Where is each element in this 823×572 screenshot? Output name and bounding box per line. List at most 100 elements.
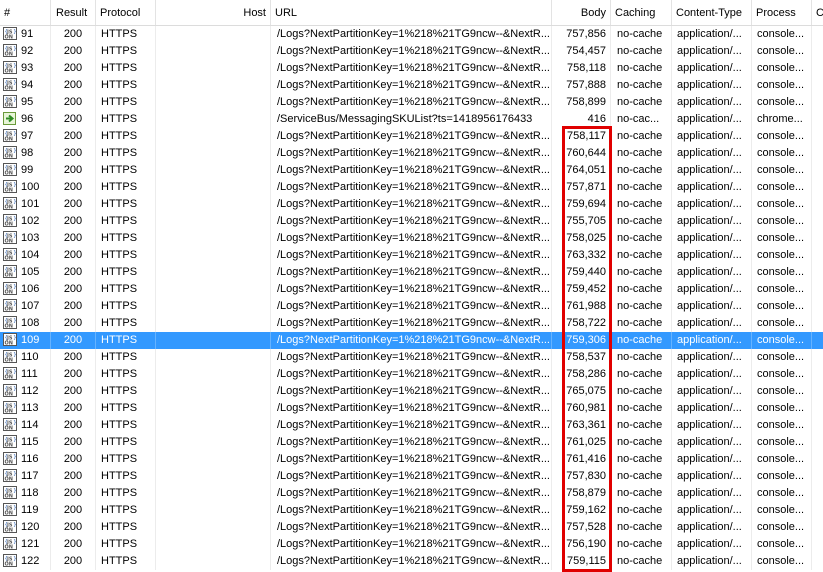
column-header-caching[interactable]: Caching [611, 0, 672, 25]
host-cell [156, 230, 271, 247]
table-row[interactable]: {JS} ON 106 200 HTTPS/Logs?NextPartitionKey=… [0, 281, 823, 298]
column-header-protocol[interactable]: Protocol [96, 0, 156, 25]
process-cell: console... [752, 417, 812, 434]
comments-cell [812, 281, 823, 298]
table-row[interactable]: {JS} ON 112 200 HTTPS/Logs?NextPartitionKey=… [0, 383, 823, 400]
table-row[interactable]: {JS} ON 98 200 HTTPS/Logs?NextPartitionKey=1… [0, 145, 823, 162]
table-row[interactable]: {JS} ON 115 200 HTTPS/Logs?NextPartitionKey=… [0, 434, 823, 451]
process-cell: console... [752, 77, 812, 94]
table-row[interactable]: {JS} ON 103 200 HTTPS/Logs?NextPartitionKey=… [0, 230, 823, 247]
table-row[interactable]: {JS} ON 122 200 HTTPS/Logs?NextPartitionKey=… [0, 553, 823, 570]
row-number-cell: {JS} ON 117 [0, 468, 51, 485]
svg-text:}: } [13, 63, 16, 69]
result-cell: 200 [51, 400, 96, 417]
column-header-content-type[interactable]: Content-Type [672, 0, 752, 25]
table-row[interactable]: {JS} ON 119 200 HTTPS/Logs?NextPartitionKey=… [0, 502, 823, 519]
url-cell: /Logs?NextPartitionKey=1%218%21TG9ncw--&… [271, 315, 552, 332]
process-cell: chrome... [752, 111, 812, 128]
row-number-cell: {JS} ON 115 [0, 434, 51, 451]
table-row[interactable]: {JS} ON 91 200 HTTPS/Logs?NextPartitionKey=1… [0, 26, 823, 43]
body-size-cell: 761,025 [552, 434, 611, 451]
table-row[interactable]: {JS} ON 94 200 HTTPS/Logs?NextPartitionKey=1… [0, 77, 823, 94]
result-cell: 200 [51, 281, 96, 298]
table-row[interactable]: {JS} ON 118 200 HTTPS/Logs?NextPartitionKey=… [0, 485, 823, 502]
process-cell: console... [752, 162, 812, 179]
svg-text:ON: ON [5, 273, 13, 279]
svg-text:ON: ON [5, 307, 13, 313]
table-row[interactable]: {JS} ON 113 200 HTTPS/Logs?NextPartitionKey=… [0, 400, 823, 417]
row-number-cell: {JS} ON 112 [0, 383, 51, 400]
protocol-cell: HTTPS [96, 43, 156, 60]
table-row[interactable]: {JS} ON 100 200 HTTPS/Logs?NextPartitionKey=… [0, 179, 823, 196]
body-size-cell: 765,075 [552, 383, 611, 400]
table-row[interactable]: {JS} ON 92 200 HTTPS/Logs?NextPartitionKey=1… [0, 43, 823, 60]
column-header-host[interactable]: Host [156, 0, 271, 25]
table-row[interactable]: {JS} ON 108 200 HTTPS/Logs?NextPartitionKey=… [0, 315, 823, 332]
caching-cell: no-cache [611, 485, 672, 502]
table-row[interactable]: {JS} ON 107 200 HTTPS/Logs?NextPartitionKey=… [0, 298, 823, 315]
table-row[interactable]: {JS} ON 116 200 HTTPS/Logs?NextPartitionKey=… [0, 451, 823, 468]
js-file-icon: {JS} ON [3, 537, 17, 551]
url-cell: /Logs?NextPartitionKey=1%218%21TG9ncw--&… [271, 43, 552, 60]
protocol-cell: HTTPS [96, 281, 156, 298]
table-row[interactable]: 96 200 HTTPS/ServiceBus/MessagingSKUList?t… [0, 111, 823, 128]
svg-text:ON: ON [5, 154, 13, 160]
protocol-cell: HTTPS [96, 434, 156, 451]
table-row[interactable]: {JS} ON 101 200 HTTPS/Logs?NextPartitionKey=… [0, 196, 823, 213]
svg-text:}: } [13, 267, 16, 273]
comments-cell [812, 230, 823, 247]
host-cell [156, 196, 271, 213]
process-cell: console... [752, 553, 812, 570]
js-file-icon: {JS} ON [3, 95, 17, 109]
protocol-cell: HTTPS [96, 298, 156, 315]
column-header-process[interactable]: Process [752, 0, 812, 25]
process-cell: console... [752, 26, 812, 43]
table-row[interactable]: {JS} ON 109 200 HTTPS/Logs?NextPartitionKey=… [0, 332, 823, 349]
body-size-cell: 759,306 [552, 332, 611, 349]
column-header-comments[interactable]: C [812, 0, 823, 25]
process-cell: console... [752, 298, 812, 315]
protocol-cell: HTTPS [96, 196, 156, 213]
row-number-cell: {JS} ON 100 [0, 179, 51, 196]
comments-cell [812, 468, 823, 485]
content-type-cell: application/... [672, 60, 752, 77]
result-cell: 200 [51, 451, 96, 468]
table-row[interactable]: {JS} ON 104 200 HTTPS/Logs?NextPartitionKey=… [0, 247, 823, 264]
table-row[interactable]: {JS} ON 95 200 HTTPS/Logs?NextPartitionKey=1… [0, 94, 823, 111]
table-row[interactable]: {JS} ON 117 200 HTTPS/Logs?NextPartitionKey=… [0, 468, 823, 485]
row-number-cell: {JS} ON 99 [0, 162, 51, 179]
table-row[interactable]: {JS} ON 105 200 HTTPS/Logs?NextPartitionKey=… [0, 264, 823, 281]
js-file-icon: {JS} ON [3, 163, 17, 177]
protocol-cell: HTTPS [96, 400, 156, 417]
body-size-cell: 758,025 [552, 230, 611, 247]
table-row[interactable]: {JS} ON 114 200 HTTPS/Logs?NextPartitionKey=… [0, 417, 823, 434]
column-header-body[interactable]: Body [552, 0, 611, 25]
table-row[interactable]: {JS} ON 120 200 HTTPS/Logs?NextPartitionKey=… [0, 519, 823, 536]
column-header-num[interactable]: # [0, 0, 51, 25]
caching-cell: no-cache [611, 247, 672, 264]
table-row[interactable]: {JS} ON 111 200 HTTPS/Logs?NextPartitionKey=… [0, 366, 823, 383]
column-header-result[interactable]: Result [51, 0, 96, 25]
column-header-url[interactable]: URL [271, 0, 552, 25]
table-row[interactable]: {JS} ON 99 200 HTTPS/Logs?NextPartitionKey=1… [0, 162, 823, 179]
process-cell: console... [752, 332, 812, 349]
result-cell: 200 [51, 536, 96, 553]
url-cell: /Logs?NextPartitionKey=1%218%21TG9ncw--&… [271, 196, 552, 213]
table-row[interactable]: {JS} ON 97 200 HTTPS/Logs?NextPartitionKey=1… [0, 128, 823, 145]
table-row[interactable]: {JS} ON 102 200 HTTPS/Logs?NextPartitionKey=… [0, 213, 823, 230]
row-number: 95 [21, 96, 34, 108]
caching-cell: no-cache [611, 162, 672, 179]
comments-cell [812, 77, 823, 94]
table-row[interactable]: {JS} ON 121 200 HTTPS/Logs?NextPartitionKey=… [0, 536, 823, 553]
process-cell: console... [752, 247, 812, 264]
table-row[interactable]: {JS} ON 110 200 HTTPS/Logs?NextPartitionKey=… [0, 349, 823, 366]
process-cell: console... [752, 400, 812, 417]
js-file-icon: {JS} ON [3, 299, 17, 313]
caching-cell: no-cache [611, 43, 672, 60]
process-cell: console... [752, 94, 812, 111]
content-type-cell: application/... [672, 281, 752, 298]
result-cell: 200 [51, 162, 96, 179]
table-row[interactable]: {JS} ON 93 200 HTTPS/Logs?NextPartitionKey=1… [0, 60, 823, 77]
row-number: 110 [21, 351, 39, 363]
protocol-cell: HTTPS [96, 519, 156, 536]
